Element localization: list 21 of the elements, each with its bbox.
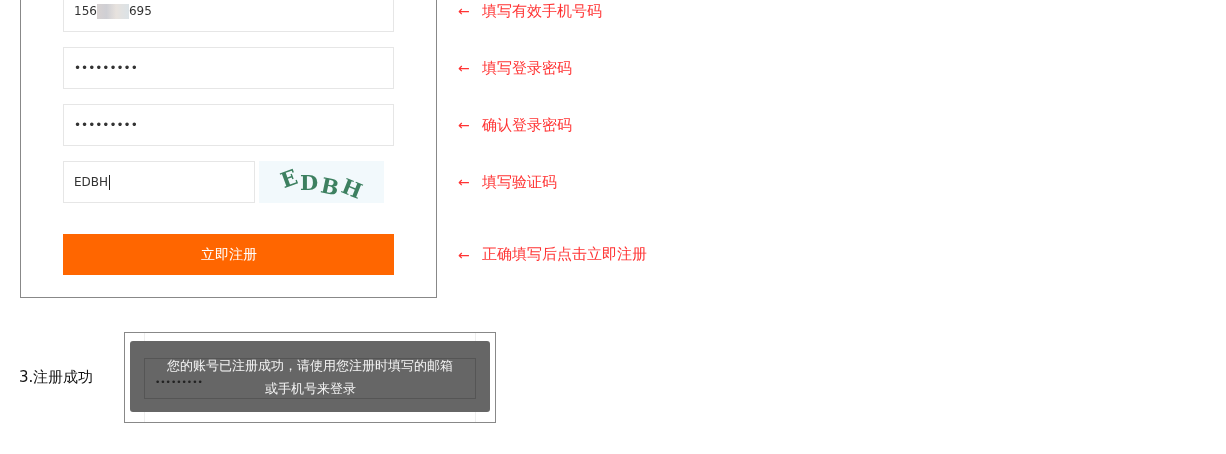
captcha-field[interactable]: EDBH [63,161,255,203]
toast-message-line: 或手机号来登录 [264,380,356,396]
annotation-text: 填写有效手机号码 [482,1,602,21]
arrow-icon: ← [458,174,482,190]
blurred-digits [96,3,129,19]
password-dots: ••••••••• [155,377,203,387]
step-label: 3.注册成功 [19,368,95,387]
password-field[interactable]: ••••••••• [63,104,394,146]
password-field[interactable]: ••••••••• [63,47,394,89]
captcha-image[interactable]: EDBH [259,161,384,203]
arrow-icon: ← [458,60,482,76]
arrow-icon: ← [458,117,482,133]
arrow-icon: ← [458,3,482,19]
toast-message-line: 您的账号已注册成功，请使用您注册时填写的邮箱 [167,357,453,373]
arrow-icon: ← [458,246,482,263]
annotation-text: 填写登录密码 [482,58,572,78]
annotation-text: 填写验证码 [482,172,557,192]
text-cursor [109,174,111,190]
phone-field[interactable]: 156 695 [63,0,394,32]
annotation-text: 正确填写后点击立即注册 [482,245,647,264]
annotation-text: 确认登录密码 [482,115,572,135]
